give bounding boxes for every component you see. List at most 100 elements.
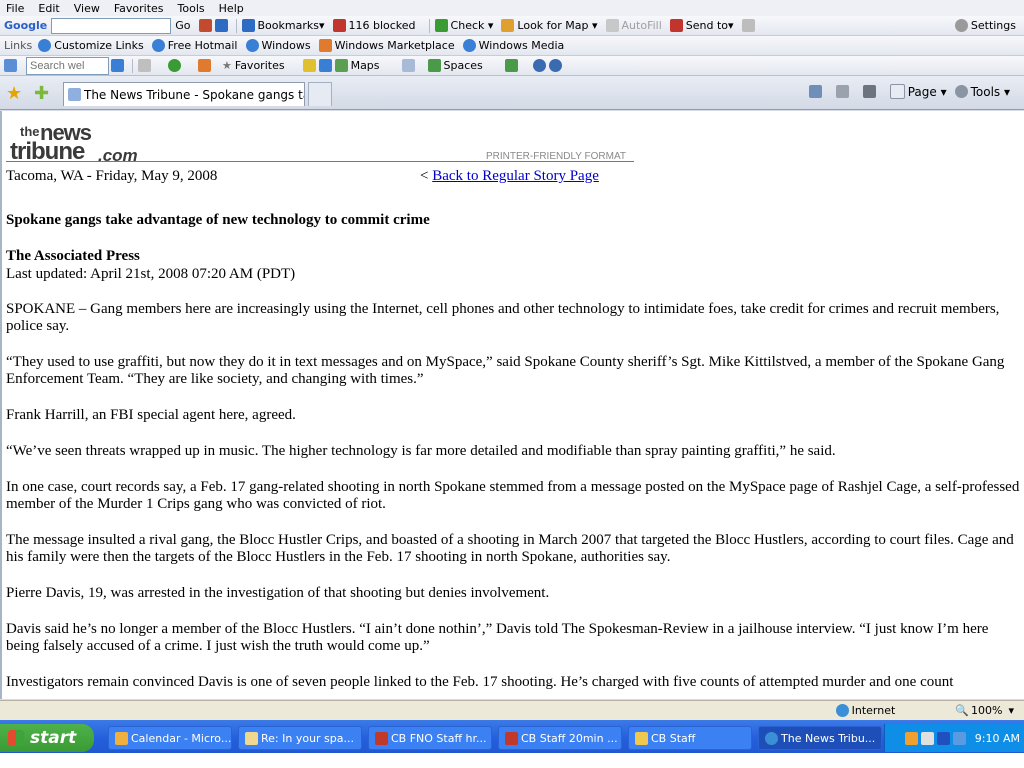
maps-icon [334,59,348,72]
look-for-map-button[interactable]: Look for Map ▾ [501,19,598,32]
menu-favorites[interactable]: Favorites [114,2,164,15]
menu-view[interactable]: View [74,2,100,15]
feeds-icon[interactable] [835,85,849,98]
messenger-icon[interactable] [198,59,211,72]
menu-bar: File Edit View Favorites Tools Help [0,0,1024,16]
pencil-icon[interactable] [741,19,755,32]
presentation-icon [505,731,518,745]
add-favorites-icon[interactable]: ✚ [34,83,49,104]
page-menu-label: Page ▾ [907,84,947,99]
add-icon[interactable] [168,59,181,72]
google-logo[interactable]: Google [4,19,47,32]
maps-button[interactable]: Maps [334,59,380,72]
link-windows-marketplace[interactable]: Windows Marketplace [318,39,455,52]
bookmarks-button[interactable]: Bookmarks▾ [241,19,325,32]
story-paragraph: SPOKANE – Gang members here are increasi… [6,301,1000,334]
links-label: Links [4,39,33,52]
clock[interactable]: 9:10 AM [975,732,1020,745]
highlight-icon[interactable] [302,59,316,72]
menu-file[interactable]: File [6,2,24,15]
blocked-icon [332,19,346,32]
byline: The Associated Press [6,248,140,264]
toolbar-icon[interactable] [198,19,212,32]
menu-help[interactable]: Help [219,2,244,15]
people-icon[interactable] [504,59,518,72]
autofill-icon [605,19,619,32]
new-tab-button[interactable] [308,82,332,106]
task-label: Calendar - Micro... [131,731,232,745]
search-icon[interactable] [111,59,124,72]
story-paragraph: Davis said he’s no longer a member of th… [6,621,989,654]
link-windows[interactable]: Windows [245,39,311,52]
back-to-story-link[interactable]: Back to Regular Story Page [432,168,599,184]
story-paragraph: The message insulted a rival gang, the B… [6,532,1014,565]
outlook-icon [115,731,128,745]
mail-icon[interactable] [401,59,415,72]
tray-icon[interactable] [904,731,918,745]
menu-edit[interactable]: Edit [38,2,59,15]
command-bar: Page ▾ Tools ▾ [808,84,1018,99]
menu-tools[interactable]: Tools [178,2,205,15]
toolbar-icon[interactable] [138,59,151,72]
msn-icon[interactable] [4,59,17,72]
popup-blocker-button[interactable]: 116 blocked [332,19,416,32]
separator [235,18,237,33]
story-paragraph: “They used to use graffiti, but now they… [6,354,1005,387]
live-search-input[interactable] [26,56,109,75]
help-icon[interactable] [548,59,562,72]
google-search-field[interactable] [51,17,172,34]
page-menu-button[interactable]: Page ▾ [889,84,947,99]
google-go-label: Go [175,19,191,32]
taskbar-item-news-tribune[interactable]: The News Tribu... [758,726,882,750]
favorites-center-icon[interactable]: ★ [6,83,22,104]
ie-page-icon [38,39,52,52]
autofill-label: AutoFill [621,19,662,32]
logo-the: the [20,124,40,139]
story-paragraph: Pierre Davis, 19, was arrested in the in… [6,585,550,601]
taskbar-item-mail[interactable]: Re: In your spa... [238,726,362,750]
windows-logo-icon [318,39,332,52]
windows-flag-icon [8,730,24,746]
link-free-hotmail[interactable]: Free Hotmail [151,39,238,52]
back-link-wrap: < Back to Regular Story Page [420,168,599,185]
favorites-button[interactable]: ★ Favorites [222,59,285,72]
ie-page-icon [245,39,259,52]
taskbar-item-cb-fno[interactable]: CB FNO Staff hr... [368,726,492,750]
story-paragraph: “We’ve seen threats wrapped up in music.… [6,443,836,459]
map-icon [501,19,515,32]
autofill-button[interactable]: AutoFill [605,19,662,32]
taskbar-item-cb-staff[interactable]: CB Staff [628,726,752,750]
print-icon[interactable] [862,85,876,98]
zoom-control[interactable]: 🔍 100% ▾ [955,704,1014,717]
spaces-button[interactable]: Spaces [427,59,483,72]
spell-check-button[interactable]: Check ▾ [434,19,493,32]
story-paragraph: Frank Harrill, an FBI special agent here… [6,407,296,423]
link-windows-media[interactable]: Windows Media [462,39,564,52]
taskbar-item-calendar[interactable]: Calendar - Micro... [108,726,232,750]
link-label: Windows [261,39,311,52]
taskbar-item-cb-staff-20min[interactable]: CB Staff 20min ... [498,726,622,750]
tray-icon[interactable] [952,731,966,745]
tab-news-tribune[interactable]: The News Tribune - Spokane gangs take a.… [63,82,305,106]
header-rule [6,161,634,162]
page-content: the news tribune .com PRINTER-FRIENDLY F… [0,111,1024,699]
google-go-button[interactable]: Go [175,19,190,32]
back-icon[interactable] [532,59,546,72]
send-to-button[interactable]: Send to▾ [669,19,734,32]
check-icon [434,19,448,32]
security-zone[interactable]: Internet [835,704,896,717]
link-label: Customize Links [54,39,144,52]
link-customize-links[interactable]: Customize Links [38,39,144,52]
notes-icon[interactable] [318,59,332,72]
live-toolbar: ★Favorites Maps Spaces [0,56,1024,76]
settings-button[interactable]: Settings [954,19,1016,32]
settings-label: Settings [970,19,1016,32]
toolbar-icon[interactable] [214,19,228,32]
tray-icon[interactable] [920,731,934,745]
bluetooth-icon[interactable] [936,731,950,745]
zoom-label: 100% [971,704,1003,717]
start-button[interactable]: start [0,724,94,752]
zone-label: Internet [851,704,896,717]
home-icon[interactable] [808,85,822,98]
tools-menu-button[interactable]: Tools ▾ [954,85,1010,99]
